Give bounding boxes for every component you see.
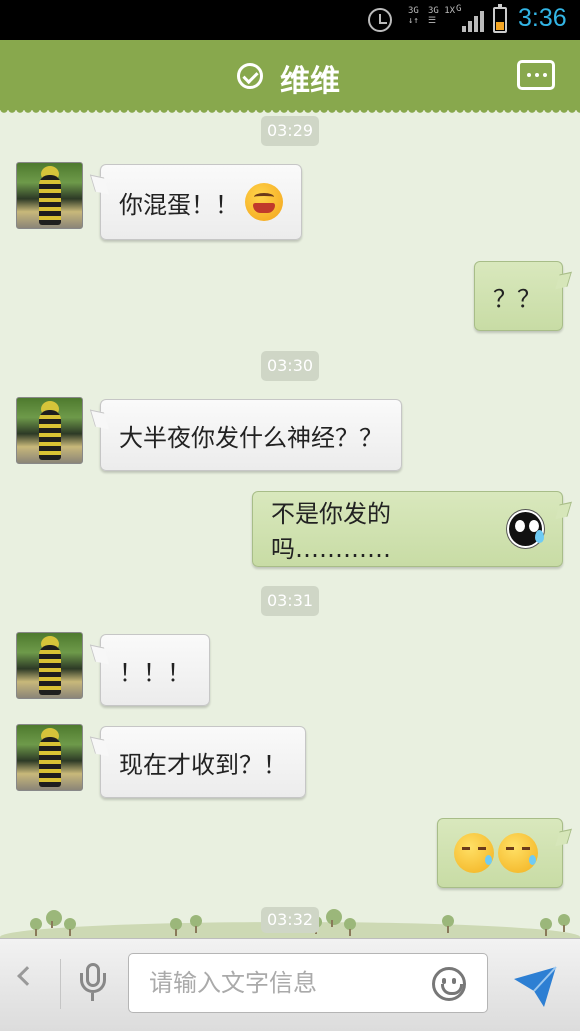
input-bar xyxy=(0,938,580,1031)
incoming-message-bubble[interactable]: 你混蛋！！ xyxy=(100,164,302,240)
battery-fill xyxy=(496,22,504,30)
message-text: 不是你发的吗………… xyxy=(271,500,391,563)
meh-emoji-icon xyxy=(498,833,538,873)
angry-emoji-icon xyxy=(245,183,283,221)
contact-avatar[interactable] xyxy=(16,632,83,699)
outgoing-message-bubble[interactable]: 不是你发的吗………… xyxy=(252,491,563,567)
status-bar: 3G ↓↑ 3G 1X ☰ G 3:36 xyxy=(0,0,580,40)
message-text: 你混蛋！！ xyxy=(119,190,239,219)
network-3g1x-indicator: 3G 1X ☰ xyxy=(428,6,456,26)
contact-avatar[interactable] xyxy=(16,724,83,791)
chat-header: 维维 xyxy=(0,40,580,116)
message-list[interactable]: 03:29 你混蛋！！ ？？ 03:30 大半夜你发什么神经？？ 不是你发的吗…… xyxy=(0,113,580,933)
back-arrow-icon[interactable] xyxy=(17,966,37,986)
incoming-message-bubble[interactable]: ！！！ xyxy=(100,634,210,706)
message-text: ！！！ xyxy=(119,658,191,687)
message-timestamp: 03:32 xyxy=(261,907,319,933)
message-timestamp: 03:29 xyxy=(261,116,319,146)
signal-icon xyxy=(460,10,484,32)
alarm-icon xyxy=(368,8,392,32)
clock: 3:36 xyxy=(518,4,567,32)
network-3g-indicator: 3G ↓↑ xyxy=(408,6,419,26)
message-text: 现在才收到？！ xyxy=(119,750,287,779)
contact-name: 维维 xyxy=(280,64,340,99)
message-text: ？？ xyxy=(493,284,541,313)
message-timestamp: 03:30 xyxy=(261,351,319,381)
verified-check-icon xyxy=(237,63,263,89)
meh-emoji-icon xyxy=(454,833,494,873)
outgoing-message-bubble[interactable] xyxy=(437,818,563,888)
contact-avatar[interactable] xyxy=(16,162,83,229)
emoji-picker-icon[interactable] xyxy=(432,967,466,1001)
more-options-button[interactable] xyxy=(517,60,555,90)
incoming-message-bubble[interactable]: 现在才收到？！ xyxy=(100,726,306,798)
battery-icon xyxy=(493,4,507,33)
contact-avatar[interactable] xyxy=(16,397,83,464)
message-text: 大半夜你发什么神经？？ xyxy=(119,423,383,452)
message-timestamp: 03:31 xyxy=(261,586,319,616)
divider xyxy=(60,959,61,1009)
send-button[interactable] xyxy=(510,961,560,1011)
microphone-icon[interactable] xyxy=(78,963,108,1003)
outgoing-message-bubble[interactable]: ？？ xyxy=(474,261,563,331)
incoming-message-bubble[interactable]: 大半夜你发什么神经？？ xyxy=(100,399,402,471)
sweat-emoji-icon xyxy=(507,510,544,548)
